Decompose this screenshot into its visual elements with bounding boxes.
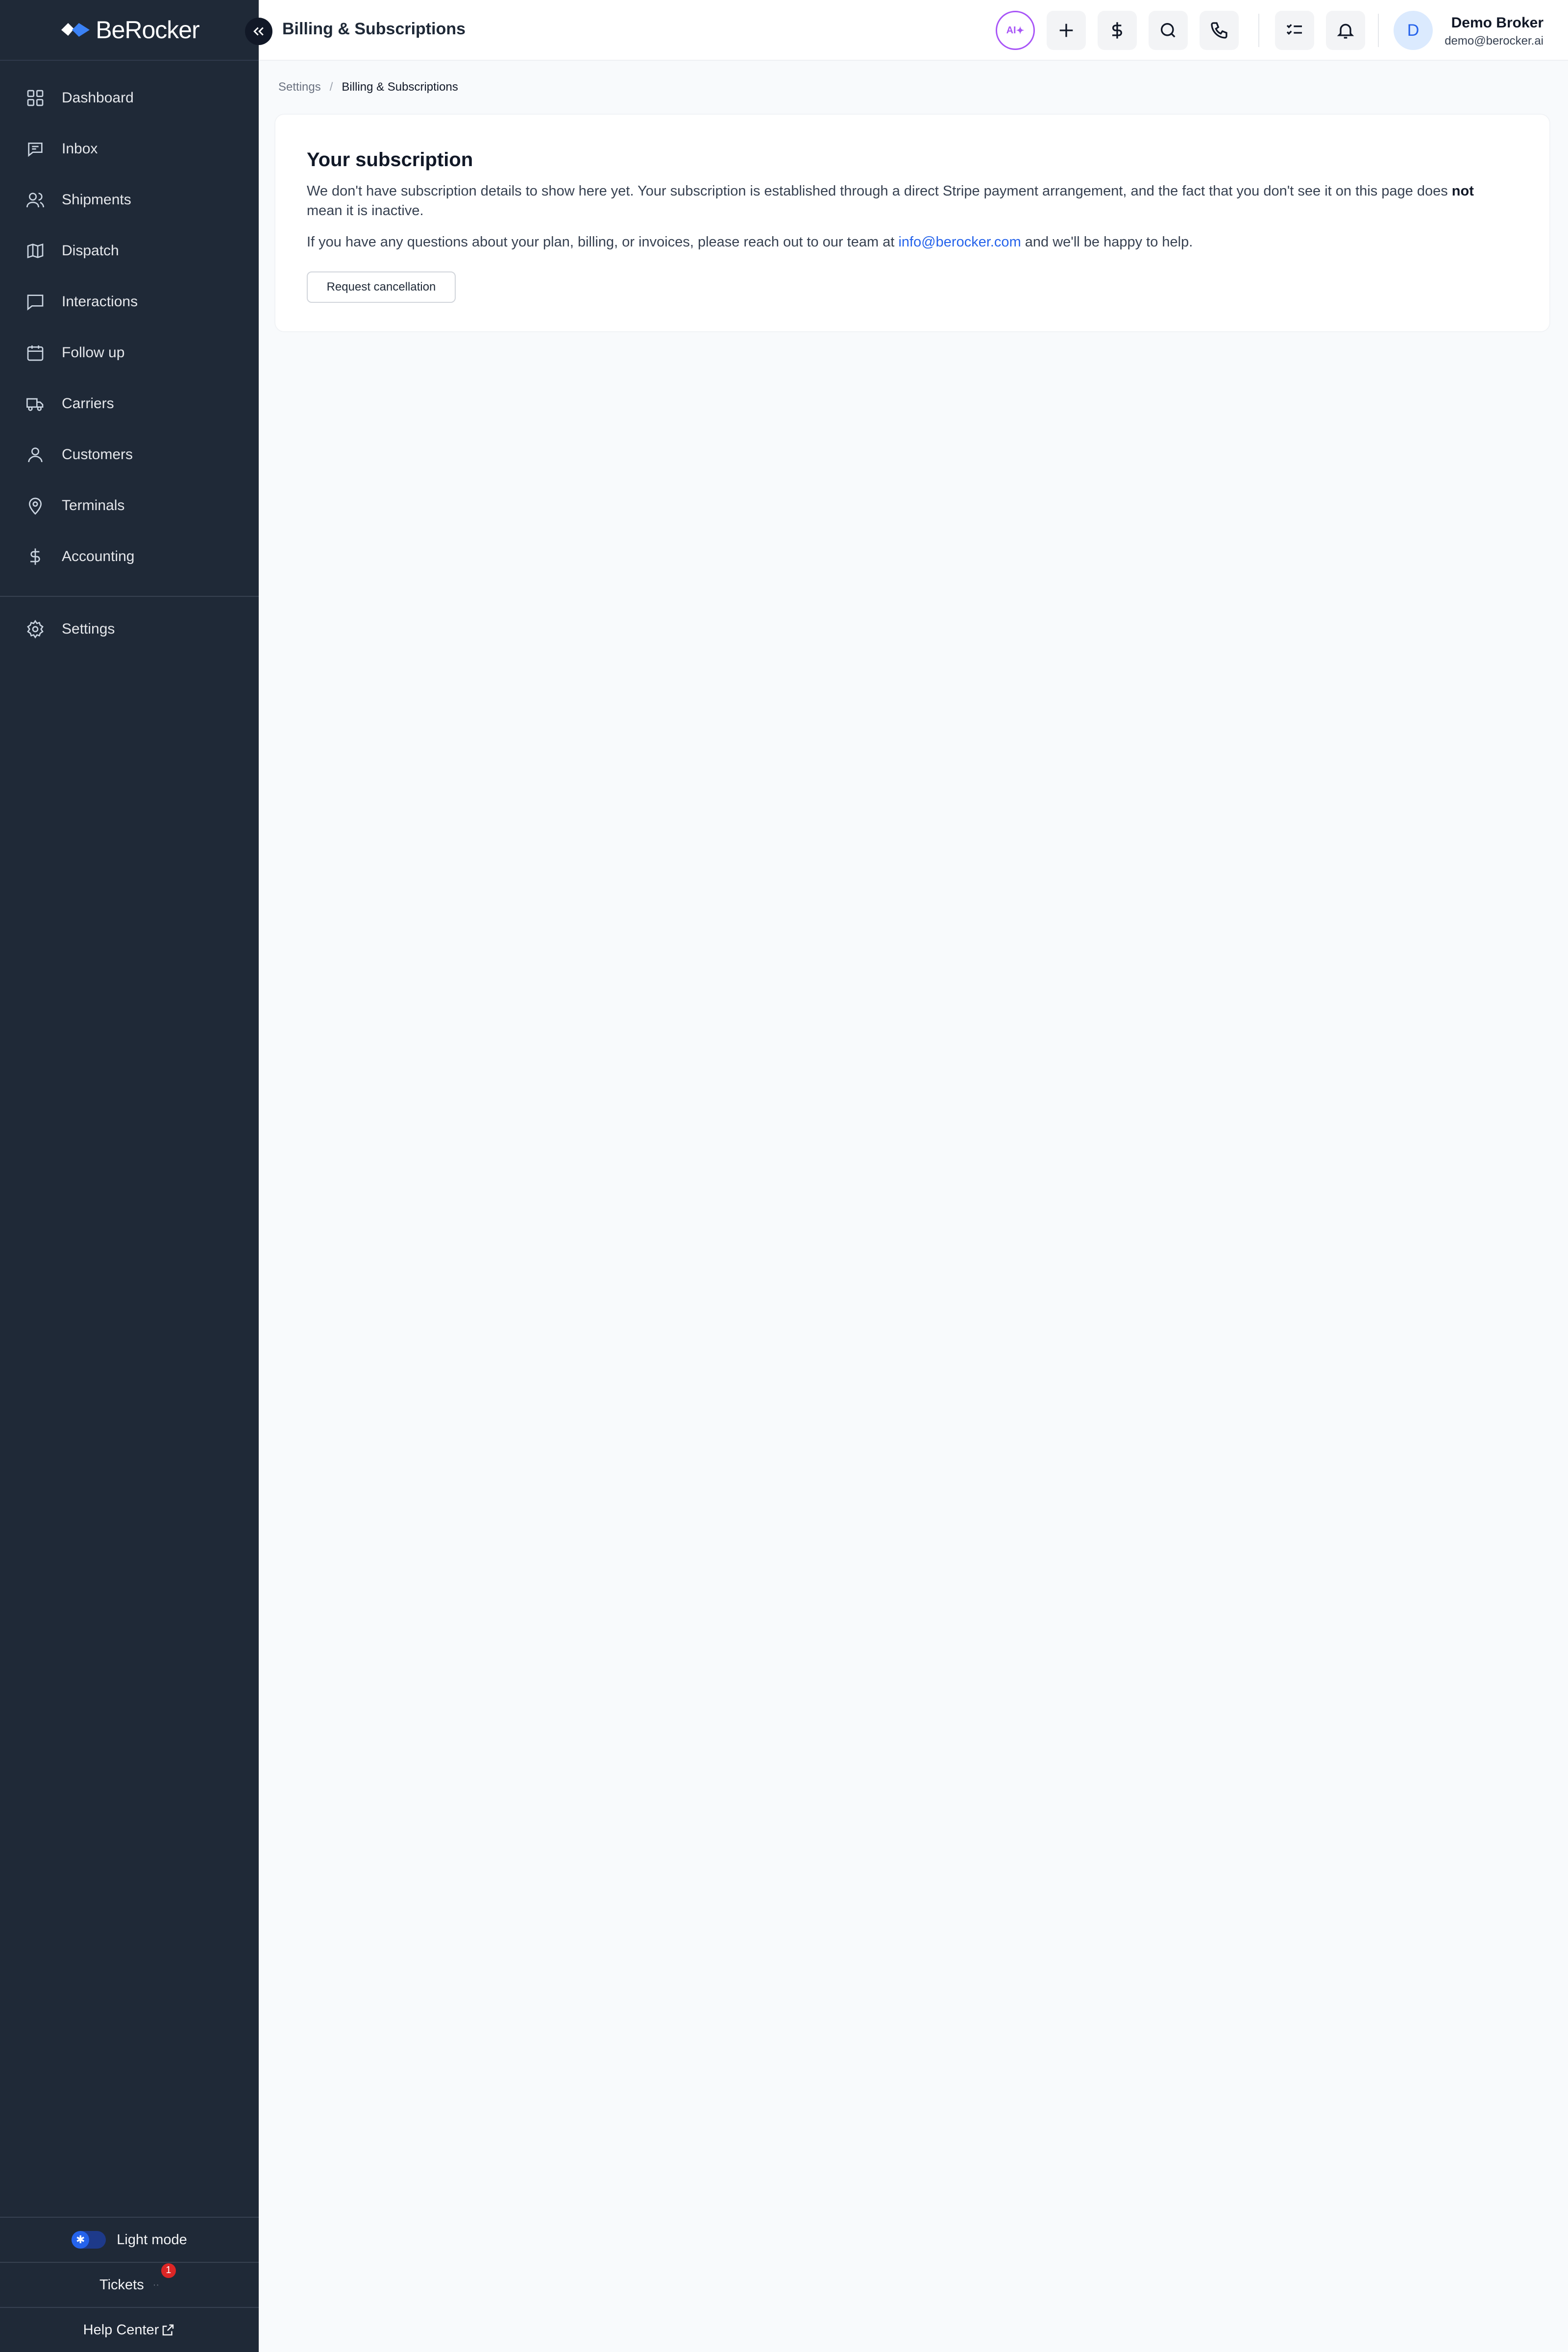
sidebar-item-label: Settings [62, 621, 115, 637]
phone-button[interactable] [1200, 11, 1239, 50]
plus-icon [1059, 24, 1073, 37]
calendar-icon [25, 343, 45, 363]
subscription-help-text: If you have any questions about your pla… [307, 232, 1193, 252]
sidebar-item-label: Customers [62, 446, 133, 463]
subscription-card: Your subscription We don't have subscrip… [274, 114, 1550, 332]
user-name[interactable]: Demo Broker [1451, 15, 1544, 31]
sidebar-item-label: Dashboard [62, 90, 134, 106]
sun-icon: ✱ [72, 2231, 90, 2249]
search-icon [1161, 23, 1176, 38]
breadcrumb: Settings / Billing & Subscriptions [278, 80, 458, 94]
breadcrumb-settings-link[interactable]: Settings [278, 80, 321, 94]
ai-assistant-button[interactable]: AI ✦ [996, 11, 1035, 50]
sidebar-item-label: Dispatch [62, 243, 119, 259]
tickets-count-badge: 1 [161, 2263, 176, 2278]
help-center-link[interactable]: Help Center [0, 2307, 259, 2352]
chevrons-left-icon [253, 27, 264, 36]
phone-icon [1211, 22, 1227, 39]
sidebar-item-label: Carriers [62, 395, 114, 412]
message-icon [25, 139, 45, 159]
support-email-link[interactable]: info@berocker.com [898, 234, 1021, 250]
users-icon [25, 190, 45, 210]
tickets-link[interactable]: Tickets ·· 1 [0, 2262, 259, 2307]
user-email: demo@berocker.ai [1445, 34, 1544, 48]
sidebar-item-label: Interactions [62, 294, 138, 310]
app-root: BeRocker Dashboard Inbox Shipments Dispa… [0, 0, 1568, 2352]
list-check-icon [1286, 24, 1302, 35]
tickets-wrap: Tickets ·· 1 [99, 2263, 176, 2293]
sidebar-item-shipments[interactable]: Shipments [0, 174, 259, 225]
dollar-icon [25, 547, 45, 566]
tasks-button[interactable] [1275, 11, 1314, 50]
sidebar-item-label: Follow up [62, 344, 125, 361]
gear-icon [25, 619, 45, 639]
external-link-icon [163, 2324, 174, 2336]
sidebar-item-settings[interactable]: Settings [0, 604, 259, 655]
header-divider [1378, 14, 1379, 47]
help-text: If you have any questions about your pla… [307, 234, 899, 250]
sidebar-item-follow-up[interactable]: Follow up [0, 327, 259, 378]
ai-label: AI [1006, 24, 1016, 36]
billing-button[interactable] [1098, 11, 1137, 50]
sidebar: BeRocker Dashboard Inbox Shipments Dispa… [0, 0, 259, 2352]
ticket-dots-icon: ·· [152, 2279, 160, 2290]
bell-icon [1337, 24, 1354, 39]
theme-toggle-row[interactable]: ✱ Light mode [0, 2217, 259, 2262]
help-center-label: Help Center [83, 2322, 159, 2338]
grid-icon [25, 88, 45, 108]
sidebar-divider [0, 596, 259, 597]
theme-label: Light mode [117, 2231, 187, 2248]
user-icon [25, 445, 45, 465]
search-button[interactable] [1149, 11, 1188, 50]
top-header: Billing & Subscriptions AI ✦ D Demo Broke… [259, 0, 1568, 61]
request-cancellation-button[interactable]: Request cancellation [307, 271, 456, 303]
avatar[interactable]: D [1394, 11, 1433, 50]
add-button[interactable] [1047, 11, 1086, 50]
sidebar-item-customers[interactable]: Customers [0, 429, 259, 480]
chat-icon [25, 292, 45, 312]
sidebar-item-terminals[interactable]: Terminals [0, 480, 259, 531]
brand-logo[interactable]: BeRocker [0, 0, 259, 61]
theme-toggle[interactable]: ✱ [72, 2231, 106, 2249]
subscription-description: We don't have subscription details to sh… [307, 181, 1493, 220]
subscription-title: Your subscription [307, 149, 473, 171]
header-divider [1258, 14, 1259, 47]
sidebar-item-carriers[interactable]: Carriers [0, 378, 259, 429]
sidebar-item-accounting[interactable]: Accounting [0, 531, 259, 582]
description-text-end: mean it is inactive. [307, 203, 424, 219]
sidebar-item-label: Shipments [62, 192, 131, 208]
notifications-button[interactable] [1326, 11, 1365, 50]
dollar-icon [1112, 22, 1122, 39]
sparkle-icon: ✦ [1016, 25, 1025, 36]
breadcrumb-separator: / [329, 80, 333, 94]
sidebar-nav: Dashboard Inbox Shipments Dispatch Inter… [0, 73, 259, 655]
tickets-label: Tickets [99, 2277, 144, 2293]
brand-name: BeRocker [96, 16, 200, 44]
help-text-end: and we'll be happy to help. [1021, 234, 1193, 250]
page-title: Billing & Subscriptions [282, 20, 466, 38]
sidebar-item-dashboard[interactable]: Dashboard [0, 73, 259, 123]
map-icon [25, 241, 45, 261]
sidebar-item-inbox[interactable]: Inbox [0, 123, 259, 174]
berocker-logo-icon [61, 23, 90, 37]
map-pin-icon [25, 496, 45, 515]
sidebar-item-label: Accounting [62, 548, 135, 564]
sidebar-item-label: Terminals [62, 497, 125, 514]
collapse-sidebar-button[interactable] [245, 18, 272, 45]
sidebar-item-label: Inbox [62, 141, 98, 157]
sidebar-footer: ✱ Light mode Tickets ·· 1 Help Center [0, 2217, 259, 2352]
description-emphasis: not [1451, 183, 1474, 199]
breadcrumb-current: Billing & Subscriptions [342, 80, 458, 94]
sidebar-item-interactions[interactable]: Interactions [0, 276, 259, 327]
truck-icon [25, 394, 45, 414]
description-text: We don't have subscription details to sh… [307, 183, 1452, 199]
sidebar-item-dispatch[interactable]: Dispatch [0, 225, 259, 276]
